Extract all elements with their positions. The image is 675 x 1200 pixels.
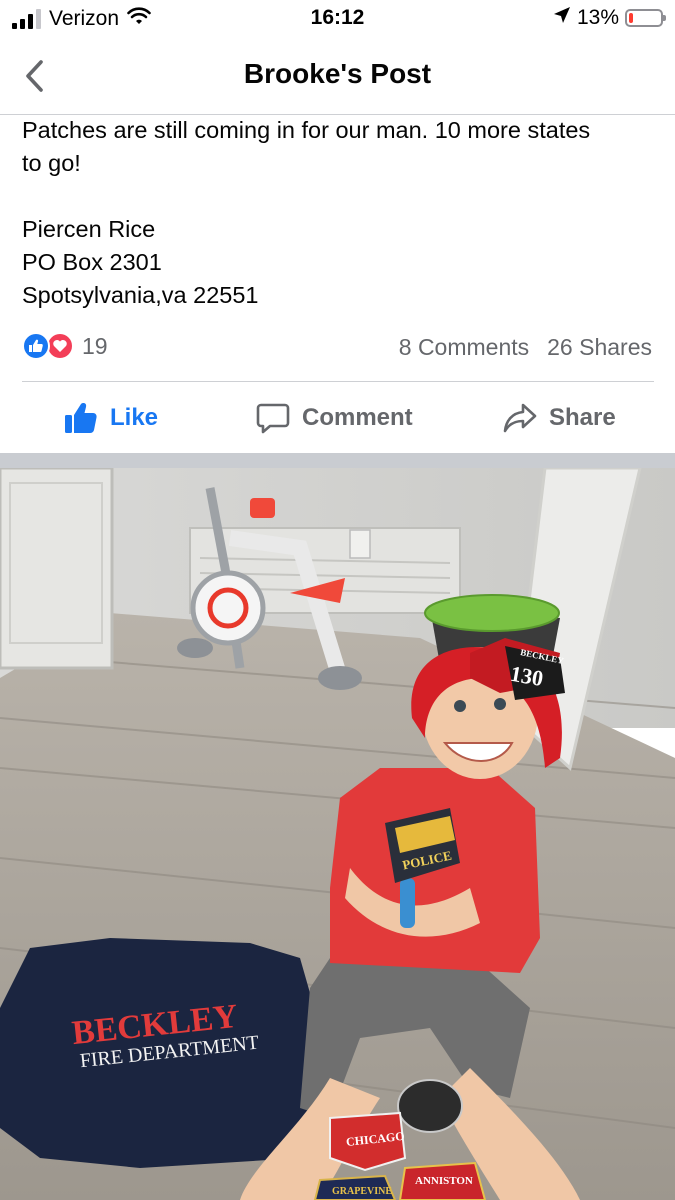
- shares-count[interactable]: 26 Shares: [547, 334, 652, 361]
- divider: [22, 381, 654, 382]
- post-stats: 19 8 Comments 26 Shares: [22, 330, 652, 366]
- post-photo[interactable]: BECKLEY FIRE DEPARTMENT POLICE 130 BECKL…: [0, 468, 675, 1200]
- battery-icon: [625, 9, 666, 27]
- engagement-counts: 8 Comments 26 Shares: [399, 334, 652, 361]
- photo-door: [0, 468, 114, 670]
- share-arrow-icon: [503, 403, 537, 433]
- share-button[interactable]: Share: [503, 384, 616, 452]
- nav-bar: Brooke's Post: [0, 38, 675, 115]
- comments-count[interactable]: 8 Comments: [399, 334, 529, 361]
- page-title: Brooke's Post: [243, 58, 432, 89]
- photo-shirt: BECKLEY FIRE DEPARTMENT: [0, 938, 330, 1168]
- photo-trash-lid: [424, 594, 560, 632]
- post-line: Patches are still coming in for our man.…: [22, 117, 591, 143]
- post-actions: Like Comment Share: [0, 384, 675, 452]
- status-bar: Verizon 16:12 13%: [0, 0, 675, 38]
- like-label: Like: [110, 404, 159, 431]
- status-right: 13%: [553, 6, 666, 30]
- post-line: PO Box 2301: [22, 249, 162, 275]
- location-arrow-icon: [553, 6, 571, 30]
- patch-grapevine-text: GRAPEVINE: [332, 1186, 392, 1197]
- post-line: Spotsylvania,va 22551: [22, 282, 259, 308]
- post-text: Patches are still coming in for our man.…: [22, 114, 662, 312]
- love-reaction-icon: [46, 332, 74, 360]
- comment-bubble-icon: [256, 403, 290, 434]
- like-button[interactable]: Like: [64, 384, 158, 452]
- photo-outlet: [349, 529, 371, 559]
- share-label: Share: [549, 404, 616, 431]
- section-separator: [0, 453, 675, 468]
- comment-button[interactable]: Comment: [256, 384, 413, 452]
- comment-label: Comment: [302, 404, 413, 431]
- reactions-summary[interactable]: 19: [22, 332, 108, 360]
- reaction-count: 19: [82, 332, 108, 359]
- patch-anniston-text: ANNISTON: [415, 1175, 473, 1187]
- battery-percent: 13%: [576, 6, 619, 29]
- thumbs-up-icon: [65, 403, 97, 433]
- post-line: Piercen Rice: [22, 216, 156, 242]
- post-line: to go!: [22, 150, 81, 176]
- like-reaction-icon: [22, 332, 50, 360]
